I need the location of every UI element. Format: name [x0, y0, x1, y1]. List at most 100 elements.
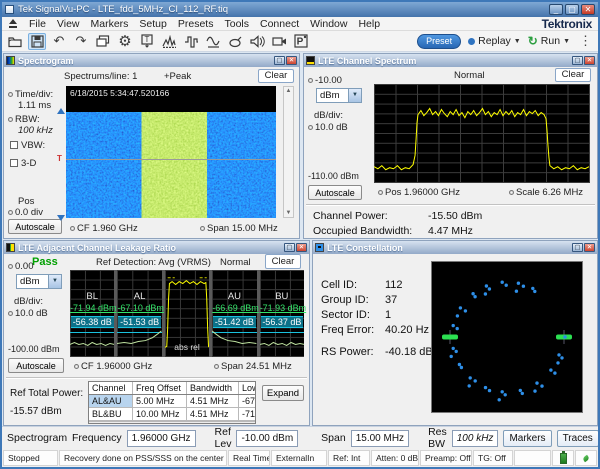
spectrogram-clear-button[interactable]: Clear	[258, 69, 294, 83]
bottom-position-arrow-icon[interactable]	[57, 215, 65, 221]
trace-position-marker[interactable]: T	[57, 154, 62, 163]
frequency-field[interactable]: 1.96000 GHz	[127, 430, 196, 447]
constellation-plot[interactable]	[431, 261, 583, 413]
channel-spectrum-autoscale-button[interactable]: Autoscale	[308, 185, 362, 200]
constellation-header[interactable]: LTE Constellation ▢✕	[313, 241, 597, 254]
redo-icon[interactable]: ↷	[72, 33, 90, 50]
aclr-unit-dropdown-icon[interactable]: ▼	[48, 275, 61, 288]
spectrogram-close-icon[interactable]: ✕	[286, 56, 297, 65]
run-button[interactable]: ↻ Run ▼	[528, 34, 570, 48]
aclr-chart[interactable]: BL -71.94 dBm -56.38 dB AL -67.10 dBm -5…	[70, 270, 304, 357]
res-bw-field[interactable]: 100 kHz	[452, 430, 499, 447]
run-dropdown-icon[interactable]: ▼	[563, 38, 570, 45]
arrange-displays-icon[interactable]	[94, 33, 112, 50]
pos-value[interactable]: 0.0 div	[15, 207, 43, 218]
menu-help[interactable]: Help	[358, 18, 380, 30]
preset-button[interactable]: Preset	[417, 34, 461, 49]
menu-connect[interactable]: Connect	[260, 18, 299, 30]
menu-window[interactable]: Window	[310, 18, 347, 30]
aclr-ref-level[interactable]: 0.00	[15, 261, 34, 272]
aclr-span-knob-icon[interactable]	[214, 364, 219, 369]
aclr-cf-value[interactable]: 1.96000 GHz	[96, 361, 152, 372]
expand-button[interactable]: Expand	[262, 385, 304, 401]
open-file-icon[interactable]	[6, 33, 24, 50]
markers-button[interactable]: Markers	[503, 430, 551, 447]
table-row[interactable]: AL&AU 5.00 MHz 4.51 MHz -67.10 dB	[89, 395, 255, 408]
spectrogram-scrollbar[interactable]: ▲▼	[283, 86, 294, 218]
aclr-trace-mode[interactable]: Normal	[220, 257, 251, 268]
ref-level-knob-icon[interactable]	[308, 78, 313, 83]
three-d-checkbox[interactable]	[10, 159, 18, 167]
rbw-value[interactable]: 100 kHz	[18, 125, 53, 136]
amplitude-vs-time-icon[interactable]	[182, 33, 200, 50]
menu-markers[interactable]: Markers	[91, 18, 129, 30]
aclr-results-table[interactable]: Channel Freq Offset Bandwidth Lower A AL…	[88, 381, 256, 424]
aclr-autoscale-button[interactable]: Autoscale	[8, 358, 64, 373]
aclr-span-value[interactable]: 24.51 MHz	[246, 361, 292, 372]
spectrogram-autoscale-button[interactable]: Autoscale	[8, 219, 62, 234]
pos-knob2-icon[interactable]	[378, 190, 383, 195]
replay-button[interactable]: Replay ▼	[468, 35, 521, 47]
scroll-thumb[interactable]	[102, 424, 192, 425]
menu-setup[interactable]: Setup	[139, 18, 166, 30]
channel-spectrum-header[interactable]: LTE Channel Spectrum ▢✕	[304, 54, 597, 67]
channel-spectrum-chart[interactable]	[374, 84, 590, 183]
undo-icon[interactable]: ↶	[50, 33, 68, 50]
scroll-left-icon[interactable]: ◀	[89, 424, 100, 425]
replay-dropdown-icon[interactable]: ▼	[514, 38, 521, 45]
table-scrollbar[interactable]: ◀ ▶	[89, 421, 255, 424]
trigger-icon[interactable]: T	[138, 33, 156, 50]
channel-spectrum-restore-icon[interactable]: ▢	[572, 56, 583, 65]
detection-mode[interactable]: +Peak	[164, 71, 191, 82]
spectrogram-cf-value[interactable]: 1.960 GHz	[92, 223, 137, 234]
spectrogram-span-value[interactable]: 15.00 MHz	[232, 223, 278, 234]
spectrogram-header[interactable]: Spectrogram ▢✕	[4, 54, 299, 67]
settings-gear-icon[interactable]: ⚙	[116, 33, 134, 50]
rbw-knob-icon[interactable]	[8, 117, 13, 122]
aclr-unit-combo[interactable]: dBm ▼	[16, 274, 62, 289]
ref-lev-field[interactable]: -10.00 dBm	[236, 430, 298, 447]
menu-tools[interactable]: Tools	[224, 18, 249, 30]
db-div-value[interactable]: 10.0 dB	[315, 122, 348, 133]
constellation-restore-icon[interactable]: ▢	[572, 243, 583, 252]
vbw-checkbox[interactable]	[10, 141, 18, 149]
traces-button[interactable]: Traces	[557, 430, 599, 447]
channel-spectrum-trace-mode[interactable]: Normal	[454, 70, 485, 81]
maximize-icon[interactable]: ▢	[565, 4, 579, 15]
menu-presets[interactable]: Presets	[178, 18, 214, 30]
aclr-cf-knob-icon[interactable]	[74, 364, 79, 369]
spectrums-per-line[interactable]: Spectrums/line: 1	[64, 71, 137, 82]
time-div-knob-icon[interactable]	[8, 92, 13, 97]
scale-knob-icon[interactable]	[509, 190, 514, 195]
user-preset-icon[interactable]: P	[292, 33, 310, 50]
aclr-close-icon[interactable]: ✕	[296, 243, 307, 252]
aclr-ref-detection[interactable]: Ref Detection: Avg (VRMS)	[96, 257, 211, 268]
overflow-menu-icon[interactable]: ⋮	[579, 33, 592, 49]
db-div-knob-icon[interactable]	[308, 125, 313, 130]
spectrogram-restore-icon[interactable]: ▢	[274, 56, 285, 65]
span-knob-icon[interactable]	[200, 226, 205, 231]
video-capture-icon[interactable]	[270, 33, 288, 50]
spectrogram-chart[interactable]: 6/18/2015 5:34:47.520166	[66, 86, 276, 218]
cs-scale-value[interactable]: 6.26 MHz	[542, 187, 583, 198]
menu-file[interactable]: File	[29, 18, 46, 30]
aclr-restore-icon[interactable]: ▢	[284, 243, 295, 252]
draw-marker-icon[interactable]	[226, 33, 244, 50]
aclr-db-div-knob-icon[interactable]	[8, 311, 13, 316]
frequency-vs-time-icon[interactable]	[204, 33, 222, 50]
spectrum-display-icon[interactable]	[160, 33, 178, 50]
save-icon[interactable]	[28, 33, 46, 50]
aclr-clear-button[interactable]: Clear	[265, 254, 301, 269]
constellation-close-icon[interactable]: ✕	[584, 243, 595, 252]
menu-view[interactable]: View	[57, 18, 80, 30]
eject-icon[interactable]	[8, 19, 18, 28]
spectrogram-trace-marker-line[interactable]	[66, 159, 276, 160]
aclr-header[interactable]: LTE Adjacent Channel Leakage Ratio ▢✕	[4, 241, 309, 254]
cf-knob-icon[interactable]	[70, 226, 75, 231]
ref-level-value[interactable]: -10.00	[315, 75, 342, 86]
channel-spectrum-close-icon[interactable]: ✕	[584, 56, 595, 65]
aclr-db-div-value[interactable]: 10.0 dB	[15, 308, 48, 319]
top-position-arrow-icon[interactable]	[57, 108, 65, 114]
close-icon[interactable]: ✕	[581, 4, 595, 15]
unit-dropdown-icon[interactable]: ▼	[348, 89, 361, 102]
